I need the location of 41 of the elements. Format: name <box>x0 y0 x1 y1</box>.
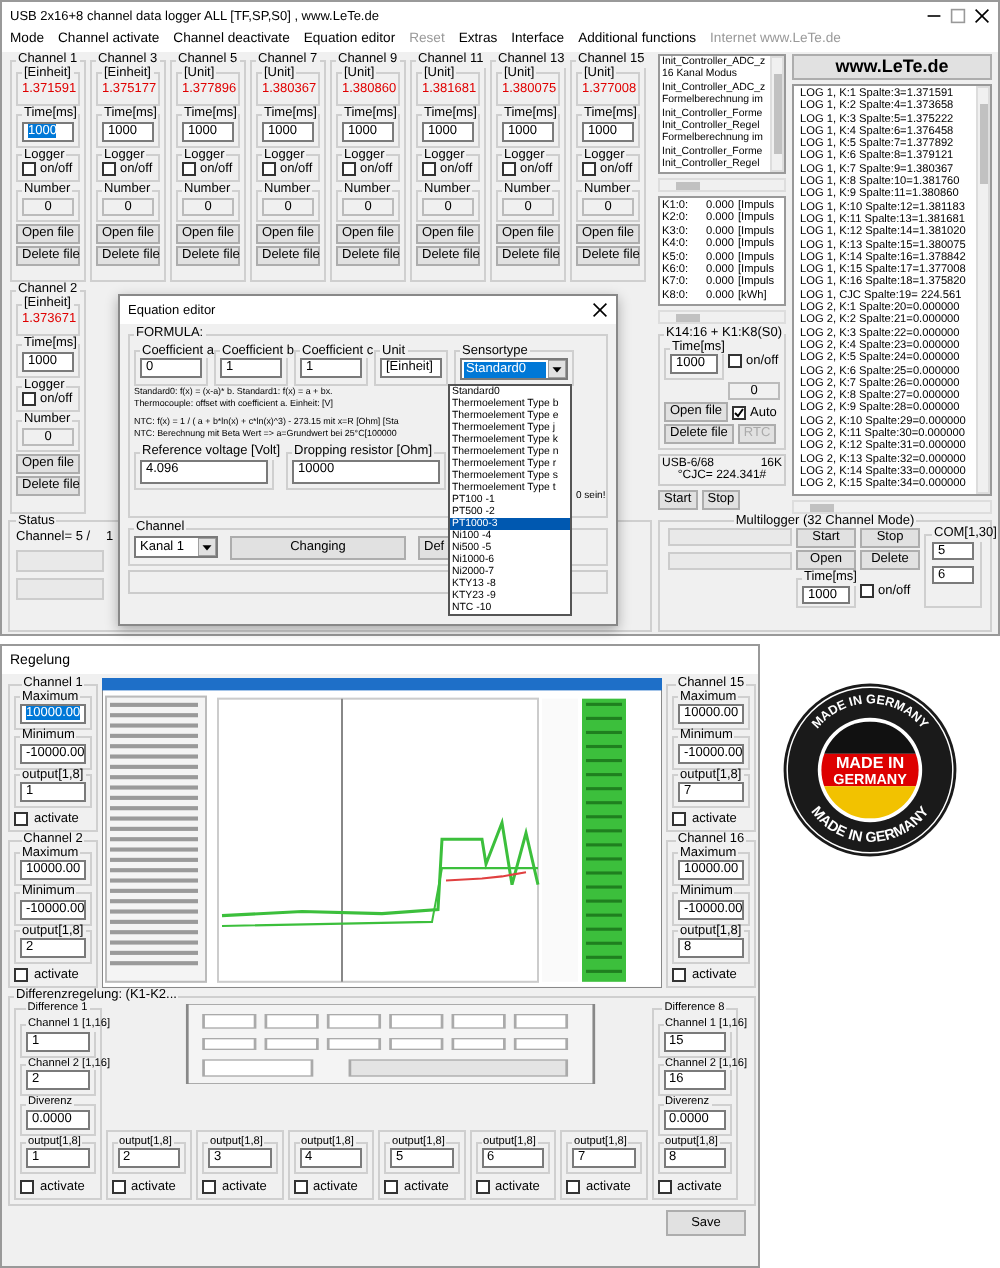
scrollbar[interactable] <box>770 56 784 172</box>
checkbox[interactable] <box>384 1180 398 1195</box>
scrollbar[interactable] <box>658 310 786 325</box>
checkbox[interactable] <box>672 968 686 982</box>
website-button[interactable]: www.LeTe.de <box>792 54 992 80</box>
close-icon[interactable] <box>974 8 990 24</box>
status-field <box>16 550 104 572</box>
checkbox[interactable] <box>111 1180 125 1195</box>
checkbox[interactable] <box>182 162 196 176</box>
checkbox[interactable] <box>475 1180 489 1195</box>
checkbox[interactable] <box>566 1180 580 1195</box>
empty-panel <box>668 552 792 570</box>
checkbox[interactable] <box>20 1180 34 1195</box>
checkbox[interactable] <box>22 162 36 176</box>
checkbox[interactable] <box>14 968 28 982</box>
badge-text: MADE IN <box>835 754 905 773</box>
checkbox[interactable] <box>202 1180 216 1195</box>
checkbox[interactable] <box>672 812 686 826</box>
checkbox[interactable] <box>293 1180 307 1195</box>
scrollbar[interactable] <box>976 86 990 493</box>
checkbox[interactable] <box>582 162 596 176</box>
checkbox[interactable] <box>342 162 356 176</box>
badge-text: GERMANY <box>833 769 907 788</box>
checkbox[interactable] <box>732 405 747 420</box>
caret-icon[interactable] <box>198 538 216 556</box>
checkbox[interactable] <box>502 162 516 176</box>
checkbox[interactable] <box>657 1180 671 1195</box>
maximize-icon[interactable] <box>950 8 966 24</box>
close-icon[interactable] <box>592 302 608 318</box>
scrollbar[interactable] <box>792 499 992 513</box>
checkbox[interactable] <box>860 583 874 597</box>
checkbox[interactable] <box>422 162 436 176</box>
checkbox[interactable] <box>262 162 276 176</box>
scrollbar[interactable] <box>658 178 786 192</box>
checkbox[interactable] <box>22 392 36 407</box>
caret-icon[interactable] <box>548 360 566 378</box>
status-field <box>16 578 104 600</box>
checkbox[interactable] <box>102 162 116 176</box>
empty-panel <box>668 528 792 546</box>
checkbox[interactable] <box>14 812 28 826</box>
checkbox[interactable] <box>728 354 742 368</box>
